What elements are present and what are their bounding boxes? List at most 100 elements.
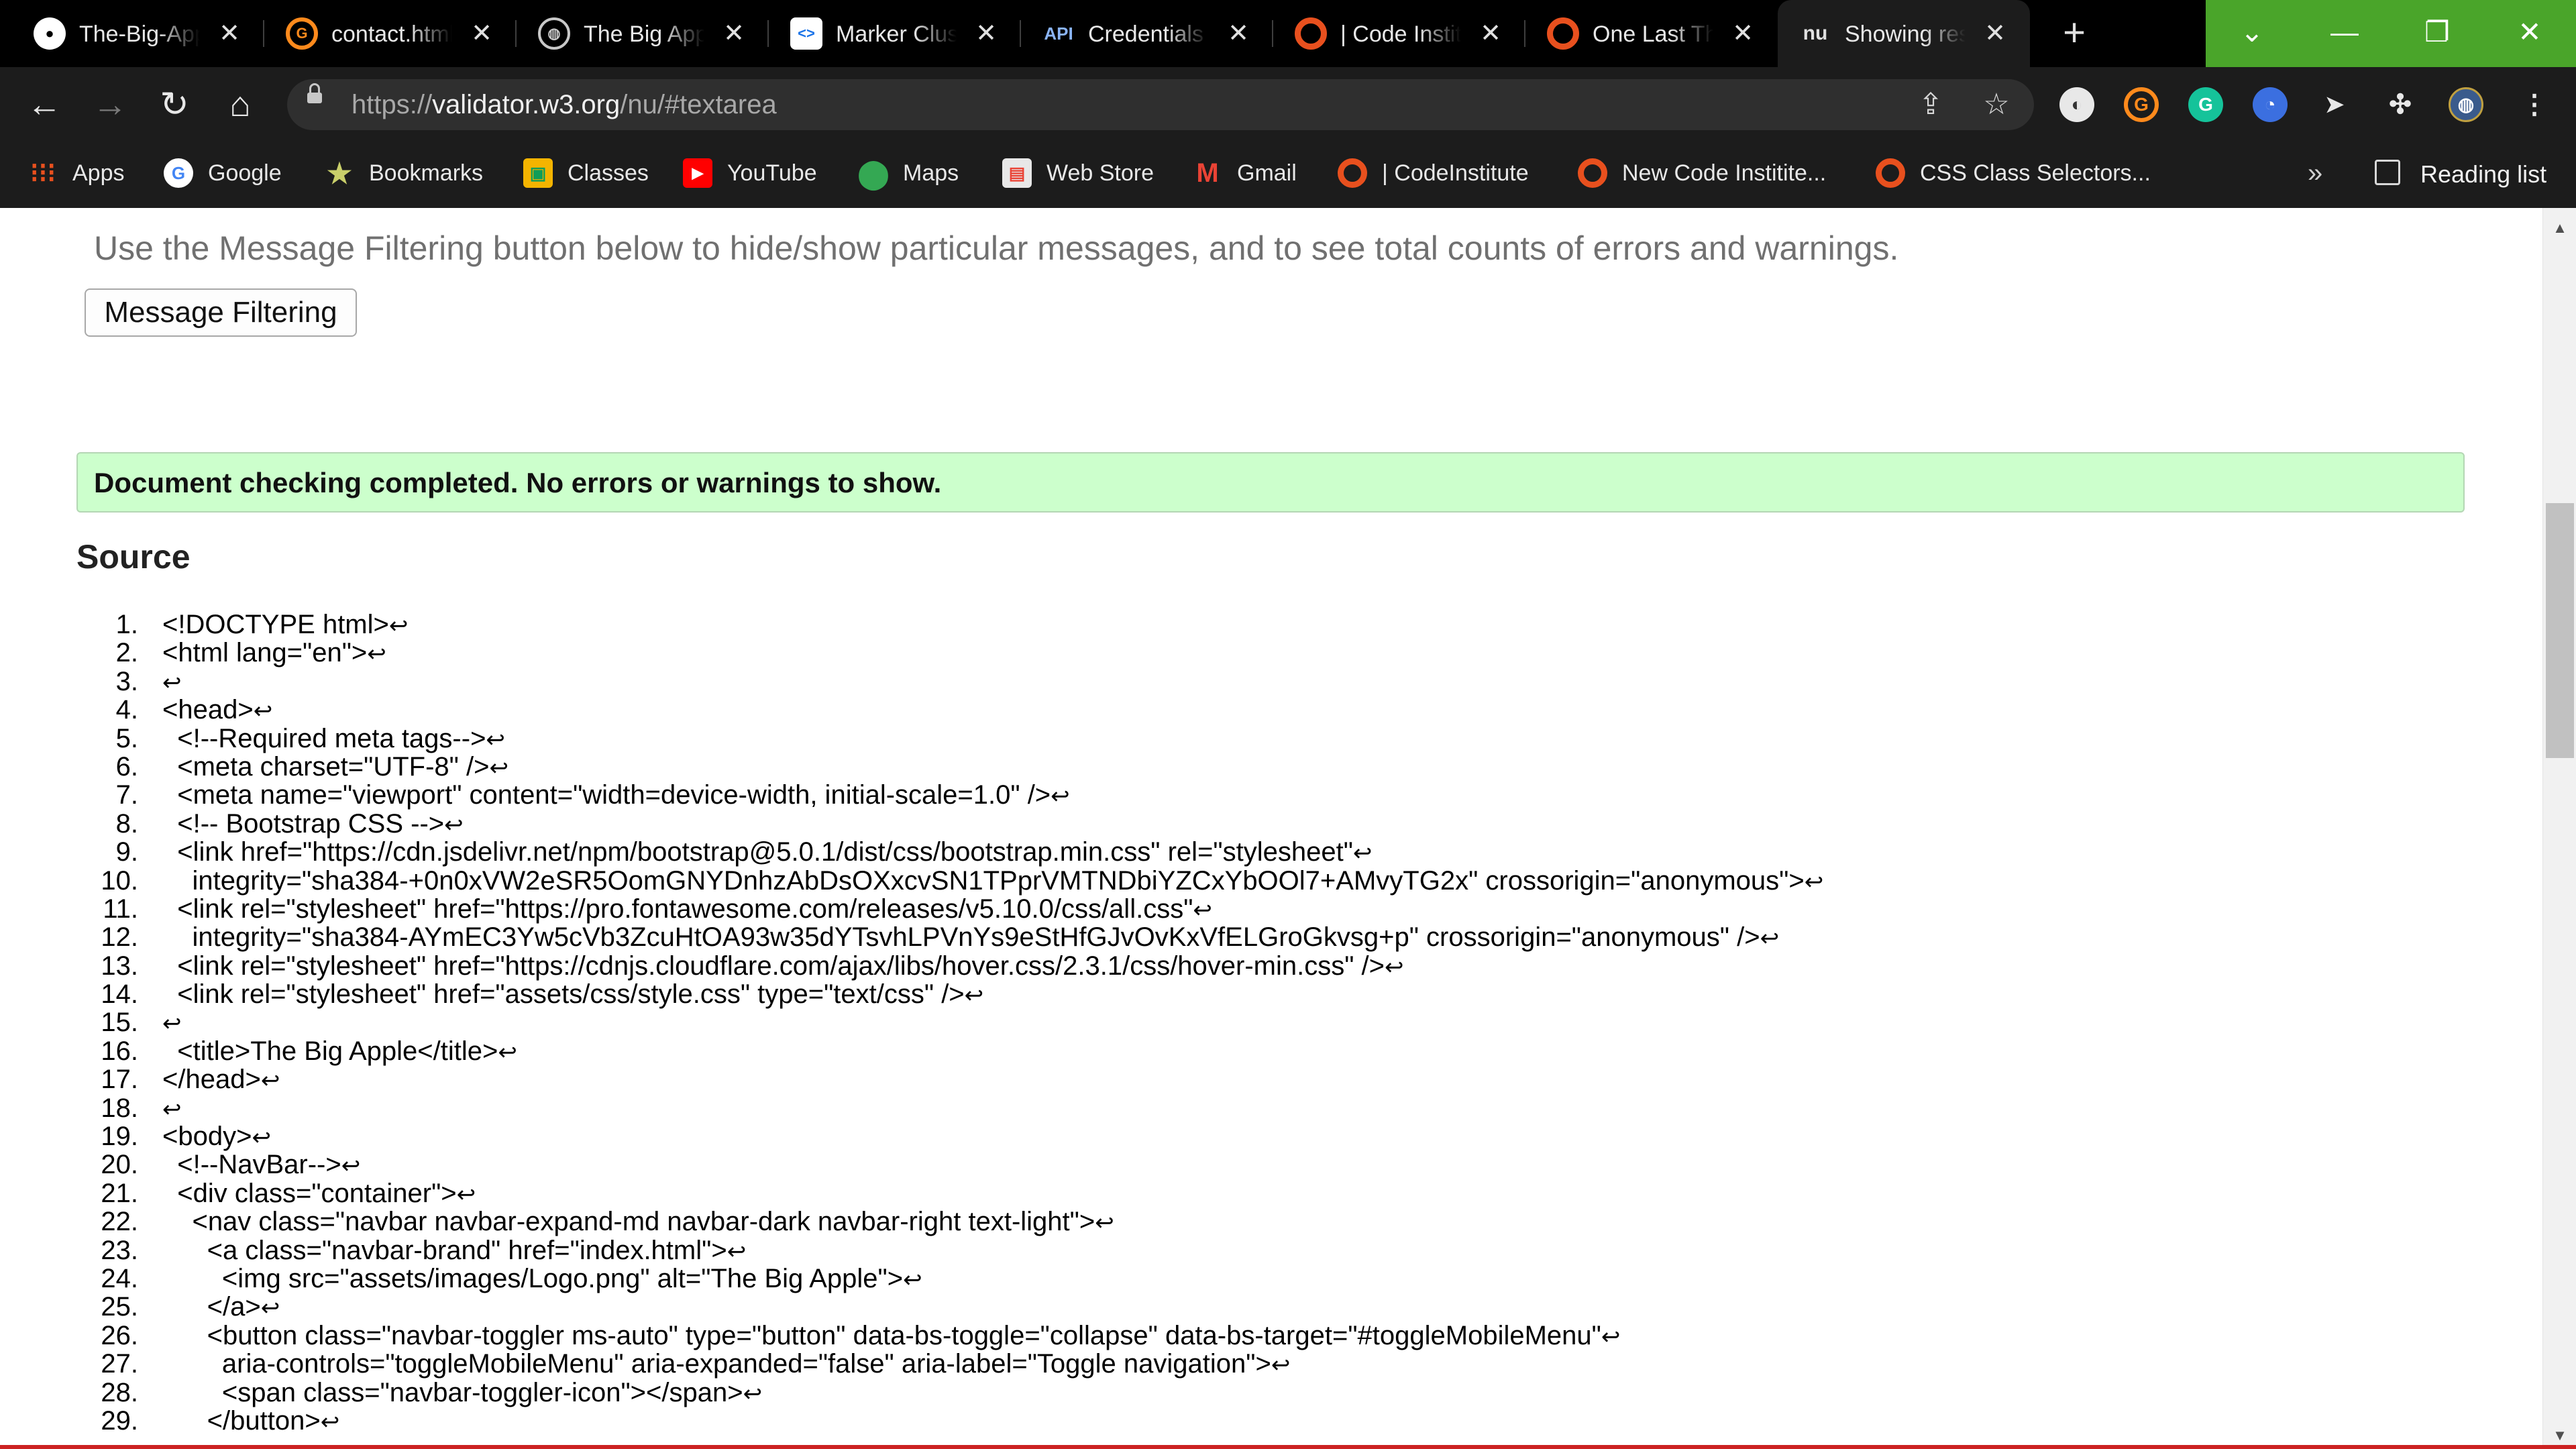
back-arrow-icon[interactable]: ← xyxy=(23,83,66,126)
close-window-button[interactable]: ✕ xyxy=(2483,0,2576,67)
line-text: <!DOCTYPE html>↩ xyxy=(162,610,408,640)
home-icon[interactable]: ⌂ xyxy=(219,83,262,126)
line-number: 26. xyxy=(101,1320,138,1350)
close-icon[interactable]: ✕ xyxy=(718,17,750,50)
code-institute-icon xyxy=(1578,158,1607,188)
source-line: 12. integrity="sha384-AYmEC3Yw5cVb3ZcuHt… xyxy=(0,923,2542,953)
line-text: <body>↩ xyxy=(162,1122,271,1152)
return-arrow-icon: ↩ xyxy=(1271,1352,1291,1379)
source-line: 24. <img src="assets/images/Logo.png" al… xyxy=(0,1265,2542,1293)
source-line: 16. <title>The Big Apple</title>↩ xyxy=(0,1036,2542,1066)
line-text: <html lang="en">↩ xyxy=(162,639,386,668)
line-code: </button> xyxy=(162,1405,321,1436)
tab-search-chevron-icon[interactable]: ⌄ xyxy=(2206,0,2298,67)
bookmark-maps[interactable]: ⬤ Maps xyxy=(858,156,979,189)
bookmark-web-store[interactable]: ▤ Web Store xyxy=(1002,156,1177,189)
bookmark-bookmarks[interactable]: ★ Bookmarks xyxy=(325,156,506,189)
line-text: <button class="navbar-toggler ms-auto" t… xyxy=(162,1320,1621,1351)
bookmark-gmail[interactable]: M Gmail xyxy=(1193,156,1327,189)
scroll-up-arrow-icon[interactable]: ▲ xyxy=(2543,215,2576,241)
bookmark-google[interactable]: G Google xyxy=(164,156,305,189)
close-icon[interactable]: ✕ xyxy=(466,17,498,50)
scrollbar-thumb[interactable] xyxy=(2546,503,2574,758)
reading-list-button[interactable]: Reading list xyxy=(2375,156,2569,192)
reload-icon[interactable]: ↻ xyxy=(153,83,196,126)
source-line: 20. <!--NavBar-->↩ xyxy=(0,1150,2542,1179)
bookmark-css-class-selectors[interactable]: CSS Class Selectors... xyxy=(1876,156,2191,189)
line-code: <link href="https://cdn.jsdelivr.net/npm… xyxy=(162,837,1353,867)
tab-title: contact.html xyxy=(331,21,452,47)
source-line: 18. ↩ xyxy=(0,1093,2542,1122)
restore-button[interactable]: ❐ xyxy=(2391,0,2483,67)
bookmarks-bar: ⁝⁝⁝ Apps G Google ★ Bookmarks ▣ Classes … xyxy=(0,142,2576,208)
line-number: 7. xyxy=(115,780,138,810)
close-icon[interactable]: ✕ xyxy=(970,17,1002,50)
grammarly-extension-icon[interactable]: G xyxy=(2188,87,2223,122)
return-arrow-icon: ↩ xyxy=(1051,784,1070,810)
return-arrow-icon: ↩ xyxy=(320,1409,340,1435)
tab-the-big-apple-github[interactable]: ● The-Big-Apple ✕ xyxy=(12,0,264,67)
close-icon[interactable]: ✕ xyxy=(1727,17,1759,50)
wappalyzer-extension-icon[interactable]: ◔ xyxy=(2253,87,2288,122)
tab-the-big-apple[interactable]: ◍ The Big Apple ✕ xyxy=(517,0,769,67)
source-line: 6. <meta charset="UTF-8" />↩ xyxy=(0,753,2542,782)
tab-code-institute[interactable]: | Code Institute ✕ xyxy=(1273,0,1525,67)
line-number: 5. xyxy=(115,723,138,753)
tab-one-last-thing[interactable]: One Last Thing ✕ xyxy=(1525,0,1778,67)
line-code: <head> xyxy=(162,695,254,725)
bookmark-new-code-institute[interactable]: New Code Institite... xyxy=(1578,156,1873,189)
share-icon[interactable]: ⇪ xyxy=(1915,89,1947,121)
color-picker-extension-icon[interactable]: ◐ xyxy=(2059,87,2094,122)
menu-kebab-icon[interactable]: ⋮ xyxy=(2517,87,2552,122)
extensions-puzzle-icon[interactable]: ✣ xyxy=(2383,87,2418,122)
profile-avatar[interactable]: ◍ xyxy=(2449,87,2483,122)
tab-marker-clustering[interactable]: <> Marker Clustering ✕ xyxy=(769,0,1021,67)
bookmark-label: | CodeInstitute xyxy=(1382,160,1529,186)
more-bookmarks-chevron-icon[interactable]: » xyxy=(2308,158,2322,189)
line-number: 20. xyxy=(101,1150,138,1180)
bookmark-classes[interactable]: ▣ Classes xyxy=(523,156,671,189)
return-arrow-icon: ↩ xyxy=(1095,1210,1114,1236)
bookmark-youtube[interactable]: ▶ YouTube xyxy=(683,156,844,189)
tab-contact-html[interactable]: G contact.html ✕ xyxy=(264,0,517,67)
line-text: aria-controls="toggleMobileMenu" aria-ex… xyxy=(162,1350,1290,1379)
youtube-icon: ▶ xyxy=(683,158,712,188)
address-bar[interactable]: https://validator.w3.org/nu/#textarea ⇪ … xyxy=(287,79,2034,130)
bookmark-codeinstitute[interactable]: | CodeInstitute xyxy=(1338,156,1552,189)
cursor-extension-icon[interactable]: ➤ xyxy=(2317,87,2352,122)
line-number: 16. xyxy=(101,1036,138,1066)
return-arrow-icon: ↩ xyxy=(727,1238,747,1265)
source-line: 2. <html lang="en">↩ xyxy=(0,639,2542,667)
gitpod-extension-icon[interactable]: G xyxy=(2124,87,2159,122)
close-icon[interactable]: ✕ xyxy=(1474,17,1507,50)
lock-icon[interactable] xyxy=(307,83,322,103)
bookmark-label: Bookmarks xyxy=(369,160,484,186)
minimize-button[interactable]: — xyxy=(2298,0,2391,67)
line-code: <meta name="viewport" content="width=dev… xyxy=(162,780,1051,810)
filter-instructions: Use the Message Filtering button below t… xyxy=(94,229,1899,267)
url-path: /nu/#textarea xyxy=(620,90,777,119)
line-text: integrity="sha384-AYmEC3Yw5cVb3ZcuHtOA93… xyxy=(162,923,1779,953)
return-arrow-icon: ↩ xyxy=(1760,926,1780,952)
web-store-icon: ▤ xyxy=(1002,158,1032,188)
close-icon[interactable]: ✕ xyxy=(213,17,246,50)
message-filtering-button[interactable]: Message Filtering xyxy=(85,288,357,337)
source-line: 17. </head>↩ xyxy=(0,1065,2542,1094)
close-icon[interactable]: ✕ xyxy=(1222,17,1254,50)
bookmark-star-icon[interactable]: ☆ xyxy=(1980,89,2012,121)
vertical-scrollbar[interactable]: ▲ ▼ xyxy=(2542,208,2576,1449)
bookmark-label: Maps xyxy=(903,160,959,186)
line-text: </a>↩ xyxy=(162,1293,280,1322)
window-bottom-edge xyxy=(0,1445,2576,1449)
forward-arrow-icon[interactable]: → xyxy=(89,83,131,126)
tab-credentials[interactable]: API Credentials ✕ xyxy=(1021,0,1273,67)
close-icon[interactable]: ✕ xyxy=(1979,17,2011,50)
line-number: 1. xyxy=(115,610,138,639)
line-text: <div class="container">↩ xyxy=(162,1179,476,1209)
line-code: <button class="navbar-toggler ms-auto" t… xyxy=(162,1320,1601,1350)
new-tab-button[interactable]: + xyxy=(2054,13,2094,54)
url-text[interactable]: https://validator.w3.org/nu/#textarea xyxy=(352,89,777,121)
line-code: integrity="sha384-AYmEC3Yw5cVb3ZcuHtOA93… xyxy=(162,922,1760,953)
tab-showing-results[interactable]: nu Showing results ✕ xyxy=(1778,0,2030,67)
bookmark-apps[interactable]: ⁝⁝⁝ Apps xyxy=(28,156,142,189)
